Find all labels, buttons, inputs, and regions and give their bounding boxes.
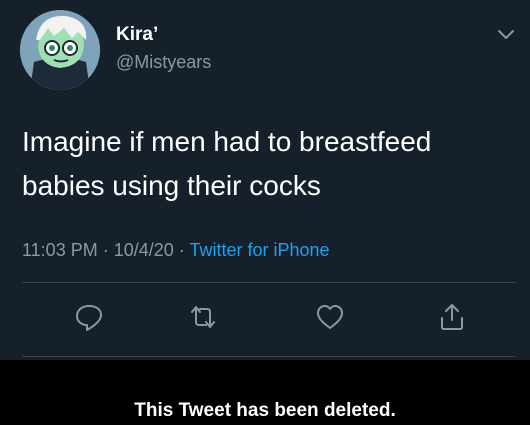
reply-icon[interactable] [72, 300, 106, 334]
deleted-notice-text: This Tweet has been deleted. [134, 400, 396, 421]
meta-separator: · [97, 240, 114, 260]
tweet-meta: 11:03 PM · 10/4/20 · Twitter for iPhone [22, 240, 330, 261]
chevron-down-icon[interactable] [496, 28, 516, 42]
tweet-time[interactable]: 11:03 PM [22, 240, 98, 260]
share-icon[interactable] [435, 300, 469, 334]
author-name[interactable]: Kira’ [116, 24, 158, 46]
tweet-source[interactable]: Twitter for iPhone [189, 240, 329, 260]
author-handle[interactable]: @Mistyears [116, 52, 211, 73]
deleted-notice: This Tweet has been deleted. [0, 360, 530, 425]
tweet-date[interactable]: 10/4/20 [114, 240, 174, 260]
meta-separator: · [173, 240, 190, 260]
retweet-icon[interactable] [186, 300, 220, 334]
tweet-text: Imagine if men had to breastfeed babies … [22, 120, 512, 208]
divider [22, 356, 516, 357]
cartoon-avatar-icon [20, 10, 100, 90]
author-avatar[interactable] [20, 10, 100, 90]
heart-icon[interactable] [313, 300, 347, 334]
divider [22, 282, 516, 283]
tweet-card: Kira’ @Mistyears Imagine if men had to b… [0, 0, 530, 360]
tweet-text-line: Imagine if men had to breastfeed [22, 126, 432, 157]
action-bar [0, 290, 530, 346]
tweet-text-line: babies using their cocks [22, 170, 321, 201]
